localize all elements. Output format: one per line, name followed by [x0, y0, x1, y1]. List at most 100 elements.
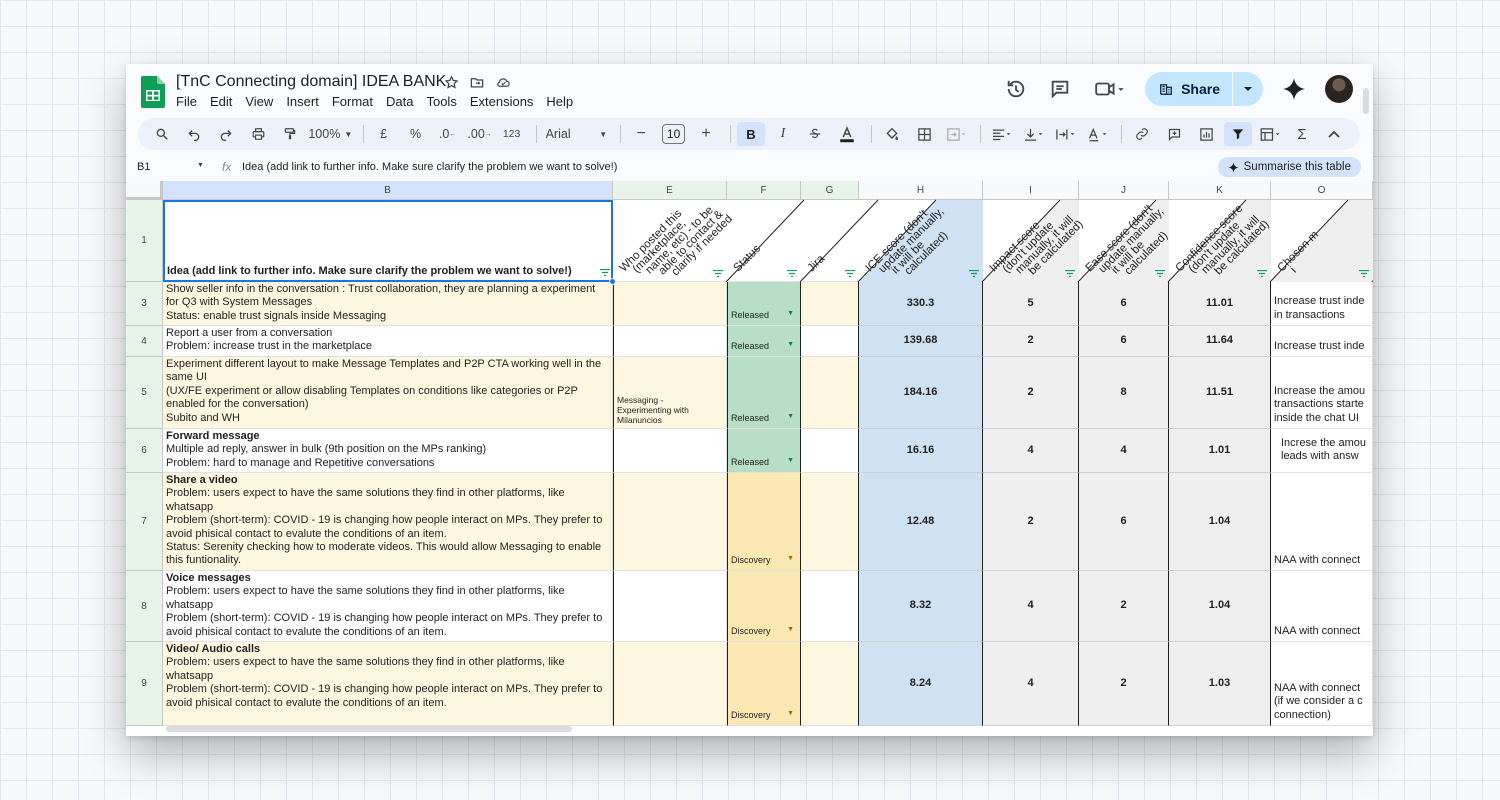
undo-icon[interactable] — [180, 122, 208, 146]
idea-cell[interactable]: Report a user from a conversation Problem… — [163, 326, 613, 357]
menu-edit[interactable]: Edit — [210, 94, 232, 109]
chosen-metric-cell[interactable]: NAA with connect — [1271, 571, 1373, 642]
row-header-4[interactable]: 4 — [126, 326, 163, 357]
status-dropdown[interactable]: Released ▼ — [727, 357, 801, 429]
who-posted-cell[interactable] — [613, 326, 727, 357]
idea-cell[interactable]: Show seller info in the conversation : T… — [163, 282, 613, 326]
column-header-j[interactable]: J — [1079, 181, 1169, 200]
header-cell-confidence[interactable]: Confidence score (don't update manually, i… — [1169, 199, 1349, 283]
status-chevron-down-icon[interactable]: ▼ — [787, 410, 794, 423]
status-dropdown[interactable]: Released ▼ — [727, 282, 801, 326]
who-posted-cell[interactable] — [613, 473, 727, 571]
chosen-metric-cell[interactable]: NAA with connect (if we consider a c con… — [1271, 642, 1373, 726]
bold-button[interactable]: B — [737, 122, 765, 146]
star-icon[interactable] — [442, 73, 460, 91]
who-posted-cell[interactable] — [613, 282, 727, 326]
menu-tools[interactable]: Tools — [426, 94, 456, 109]
header-cell-idea[interactable]: Idea (add link to further info. Make sur… — [163, 200, 613, 282]
impact-score-cell[interactable]: 4 — [983, 429, 1079, 473]
column-filter-icon[interactable] — [1065, 270, 1075, 277]
version-history-icon[interactable] — [1003, 76, 1029, 102]
impact-score-cell[interactable]: 2 — [983, 357, 1079, 429]
fill-color-icon[interactable] — [878, 122, 906, 146]
status-chevron-down-icon[interactable]: ▼ — [787, 707, 794, 720]
who-posted-cell[interactable] — [613, 571, 727, 642]
search-menus-icon[interactable] — [148, 122, 176, 146]
column-header-h[interactable]: H — [859, 181, 983, 200]
vertical-align-icon[interactable] — [1019, 122, 1047, 146]
menu-file[interactable]: File — [176, 94, 197, 109]
column-filter-icon[interactable] — [969, 270, 979, 277]
ease-score-cell[interactable]: 2 — [1079, 642, 1169, 726]
jira-cell[interactable] — [801, 473, 859, 571]
idea-cell[interactable]: Voice messages Problem: users expect to h… — [163, 571, 613, 642]
menu-help[interactable]: Help — [546, 94, 573, 109]
column-header-o[interactable]: O — [1271, 181, 1373, 200]
status-dropdown[interactable]: Discovery ▼ — [727, 571, 801, 642]
menu-insert[interactable]: Insert — [286, 94, 319, 109]
decrease-decimal-button[interactable]: .0 ← — [434, 122, 462, 146]
zoom-select[interactable]: 100% ▼ — [308, 122, 353, 146]
chosen-metric-cell[interactable]: Increse the amou leads with answ — [1271, 429, 1373, 473]
vertical-scrollbar[interactable] — [1363, 88, 1369, 114]
ice-score-cell[interactable]: 8.32 — [859, 571, 983, 642]
status-chevron-down-icon[interactable]: ▼ — [787, 454, 794, 467]
header-cell-ease[interactable]: Ease score (don't update manually, it will… — [1079, 199, 1247, 283]
meet-video-icon[interactable] — [1091, 76, 1127, 102]
column-header-i[interactable]: I — [983, 181, 1079, 200]
percent-button[interactable]: % — [402, 122, 430, 146]
ice-score-cell[interactable]: 139.68 — [859, 326, 983, 357]
who-posted-cell[interactable] — [613, 429, 727, 473]
ease-score-cell[interactable]: 6 — [1079, 282, 1169, 326]
text-wrapping-icon[interactable] — [1051, 122, 1079, 146]
chosen-metric-cell[interactable]: Increase the amou transactions starte in… — [1271, 357, 1373, 429]
ease-score-cell[interactable]: 4 — [1079, 429, 1169, 473]
insert-comment-icon[interactable] — [1160, 122, 1188, 146]
header-cell-impact[interactable]: Impact score (don't update manually, it wi… — [983, 199, 1157, 283]
strikethrough-icon[interactable] — [801, 122, 829, 146]
paint-format-icon[interactable] — [276, 122, 304, 146]
jira-cell[interactable] — [801, 357, 859, 429]
comments-icon[interactable] — [1047, 76, 1073, 102]
increase-decimal-button[interactable]: .00 → — [466, 122, 494, 146]
share-button[interactable]: Share — [1145, 72, 1263, 106]
formula-input[interactable]: Idea (add link to further info. Make sur… — [242, 161, 617, 173]
ease-score-cell[interactable]: 2 — [1079, 571, 1169, 642]
borders-icon[interactable] — [910, 122, 938, 146]
column-filter-icon[interactable] — [845, 270, 855, 277]
filter-icon[interactable] — [1224, 122, 1252, 146]
menu-extensions[interactable]: Extensions — [470, 94, 534, 109]
summarise-table-button[interactable]: Summarise this table — [1217, 157, 1361, 177]
cloud-saved-icon[interactable] — [494, 73, 512, 91]
selection-fill-handle[interactable] — [609, 278, 616, 285]
insert-link-icon[interactable] — [1128, 122, 1156, 146]
menu-data[interactable]: Data — [386, 94, 413, 109]
horizontal-scrollbar[interactable] — [166, 726, 572, 732]
column-filter-icon[interactable] — [1257, 270, 1267, 277]
font-family-select[interactable]: Arial ▼ — [543, 122, 611, 146]
name-box[interactable]: B1 ▼ — [137, 161, 207, 173]
column-header-f[interactable]: F — [727, 181, 801, 200]
column-filter-icon[interactable] — [1155, 270, 1165, 277]
confidence-score-cell[interactable]: 1.04 — [1169, 473, 1271, 571]
jira-cell[interactable] — [801, 282, 859, 326]
menu-view[interactable]: View — [245, 94, 273, 109]
idea-cell[interactable]: Video/ Audio calls Problem: users expect … — [163, 642, 613, 726]
idea-cell[interactable]: Experiment different layout to make Mess… — [163, 357, 613, 429]
idea-cell[interactable]: Forward message Multiple ad reply, answer… — [163, 429, 613, 473]
jira-cell[interactable] — [801, 642, 859, 726]
header-cell-chosen[interactable]: Chosen mi — [1271, 200, 1373, 283]
row-header-5[interactable]: 5 — [126, 357, 163, 429]
status-chevron-down-icon[interactable]: ▼ — [787, 623, 794, 636]
insert-chart-icon[interactable] — [1192, 122, 1220, 146]
horizontal-align-icon[interactable] — [987, 122, 1015, 146]
header-cell-who[interactable]: Who posted this (marketplace, name, etc) -… — [613, 199, 805, 283]
status-chevron-down-icon[interactable]: ▼ — [787, 307, 794, 320]
font-size-input[interactable]: 10 — [659, 122, 688, 146]
column-filter-icon[interactable] — [713, 270, 723, 277]
status-dropdown[interactable]: Released ▼ — [727, 326, 801, 357]
impact-score-cell[interactable]: 5 — [983, 282, 1079, 326]
impact-score-cell[interactable]: 4 — [983, 571, 1079, 642]
select-all-corner[interactable] — [126, 181, 163, 200]
currency-button[interactable]: £ — [370, 122, 398, 146]
